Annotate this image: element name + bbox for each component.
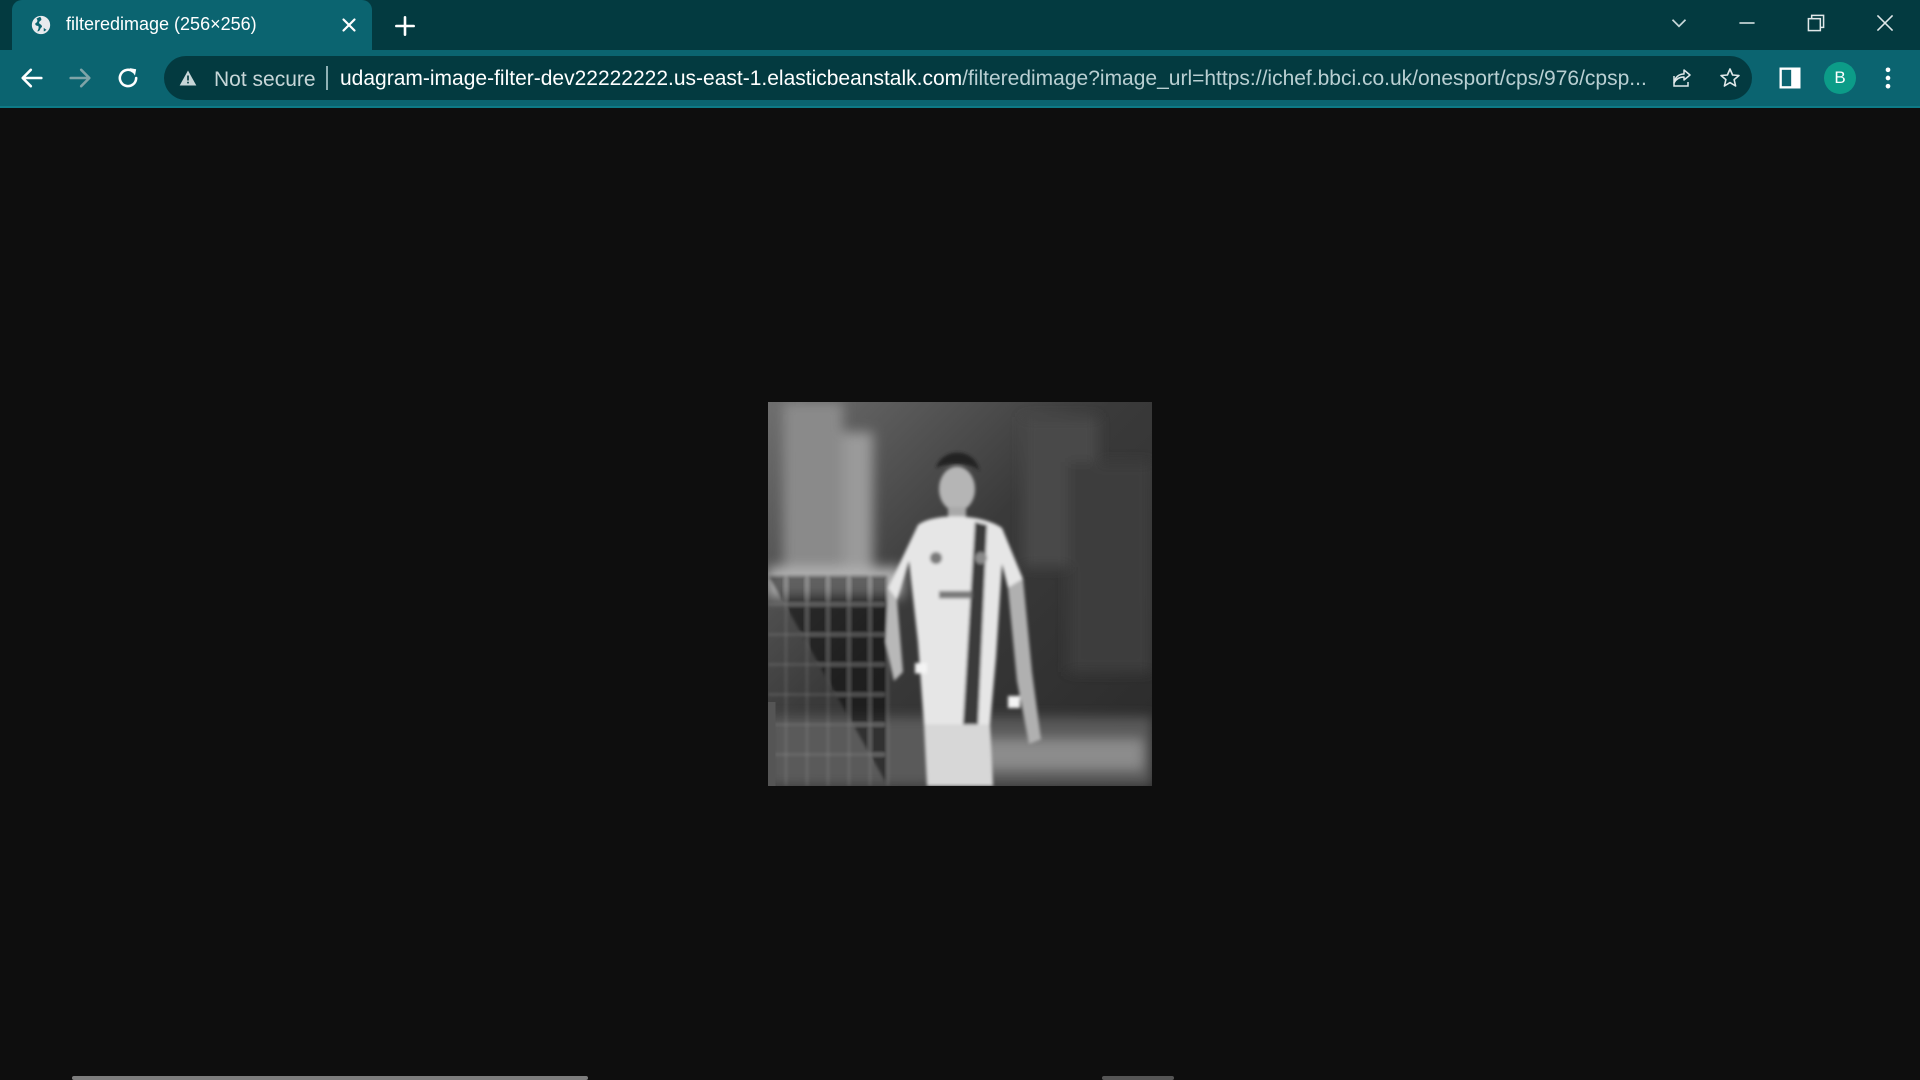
scroll-indicator [1102, 1076, 1174, 1080]
filtered-image[interactable] [768, 402, 1152, 786]
restore-icon[interactable] [1803, 10, 1829, 36]
tab-strip: filteredimage (256×256) [0, 0, 1920, 52]
tab-title: filteredimage (256×256) [66, 14, 257, 34]
more-menu-icon[interactable] [1874, 64, 1902, 92]
warning-icon[interactable] [178, 68, 198, 88]
toolbar: Not secure udagram-image-filter-dev22222… [0, 50, 1920, 106]
browser-window: filteredimage (256×256) Not secure udagr… [0, 0, 1920, 1080]
omnibox-separator [326, 66, 328, 90]
url-text[interactable]: udagram-image-filter-dev22222222.us-east… [340, 67, 1660, 91]
side-panel-icon[interactable] [1776, 64, 1804, 92]
tab-active[interactable]: filteredimage (256×256) [12, 0, 372, 52]
security-status-label[interactable]: Not secure [214, 68, 316, 92]
tab-search-icon[interactable] [1666, 10, 1692, 36]
profile-avatar[interactable]: B [1824, 62, 1856, 94]
url-host: udagram-image-filter-dev22222222.us-east… [340, 67, 963, 90]
share-icon[interactable] [1670, 66, 1694, 90]
close-window-icon[interactable] [1872, 10, 1898, 36]
bookmark-star-icon[interactable] [1718, 66, 1742, 90]
back-button[interactable] [18, 64, 46, 92]
url-path: /filteredimage?image_url=https://ichef.b… [962, 67, 1647, 90]
page-viewport [0, 108, 1920, 1080]
forward-button[interactable] [66, 64, 94, 92]
reload-button[interactable] [114, 64, 142, 92]
address-bar[interactable]: Not secure udagram-image-filter-dev22222… [164, 56, 1752, 100]
minimize-icon[interactable] [1734, 10, 1760, 36]
close-tab-icon[interactable] [338, 14, 360, 36]
new-tab-button[interactable] [392, 13, 418, 39]
globe-icon [31, 15, 51, 35]
horizontal-scrollbar-thumb[interactable] [72, 1076, 588, 1080]
